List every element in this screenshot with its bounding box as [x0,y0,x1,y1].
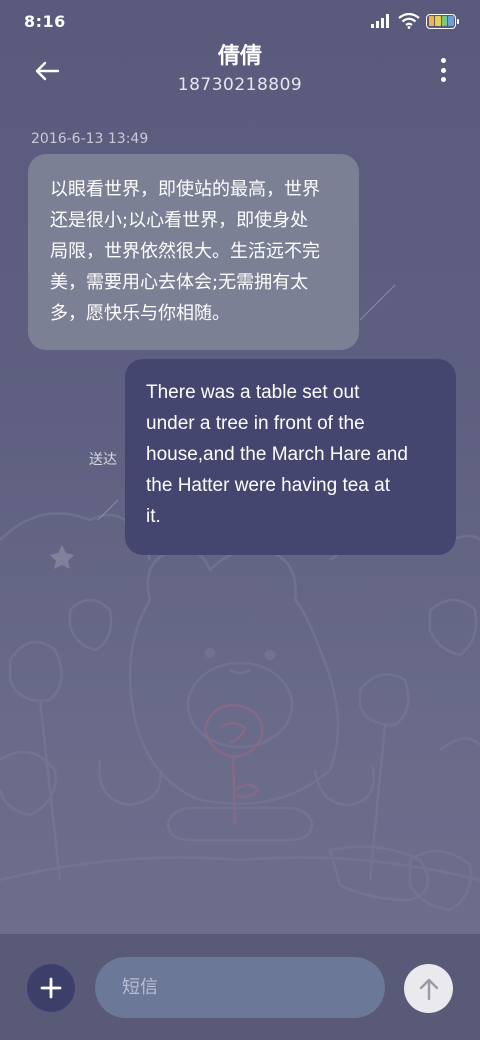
add-attachment-button[interactable] [27,964,75,1012]
message-line: the Hatter were having tea at [146,475,390,496]
incoming-message-bubble[interactable]: 以眼看世界，即使站的最高，世界 还是很小;以心看世界，即使身处 局限，世界依然很… [28,154,359,350]
send-button[interactable] [404,964,453,1013]
message-line: 局限，世界依然很大。生活远不完 [50,241,320,262]
message-line: 美，需要用心去体会;无需拥有太 [50,272,309,293]
message-line: 还是很小;以心看世界，即使身处 [50,210,309,231]
sms-input[interactable] [95,957,385,1018]
more-options-button[interactable] [436,56,450,84]
arrow-up-icon [419,978,438,1000]
battery-segment [448,16,454,26]
contact-info: 倩倩 18730218809 [0,42,480,98]
battery-segment [428,16,434,26]
wifi-icon [398,13,420,29]
message-line: house,and the March Hare and [146,444,408,465]
outgoing-message-bubble[interactable]: There was a table set out under a tree i… [125,359,456,555]
message-composer [0,934,480,1040]
contact-number: 18730218809 [177,75,303,95]
battery-icon [426,13,459,29]
message-timestamp: 2016-6-13 13:49 [31,131,149,147]
delivery-status: 送达 [89,452,117,468]
conversation-header: 倩倩 18730218809 [0,42,480,108]
message-line: it. [146,506,161,527]
status-bar: 8:16 [0,0,480,42]
signal-icon [371,14,389,28]
battery-segment [435,16,441,26]
message-line: 以眼看世界，即使站的最高，世界 [50,179,320,200]
battery-segment [441,16,447,26]
contact-name: 倩倩 [217,44,262,69]
status-time: 8:16 [24,11,66,31]
more-vertical-icon-dot [440,67,446,73]
message-line: There was a table set out [146,382,360,403]
message-line: 多，愿快乐与你相随。 [50,303,230,324]
plus-icon [40,977,62,999]
more-vertical-icon [440,58,446,63]
status-icons [370,13,459,29]
more-vertical-icon-dot [440,77,446,82]
message-line: under a tree in front of the [146,413,365,434]
